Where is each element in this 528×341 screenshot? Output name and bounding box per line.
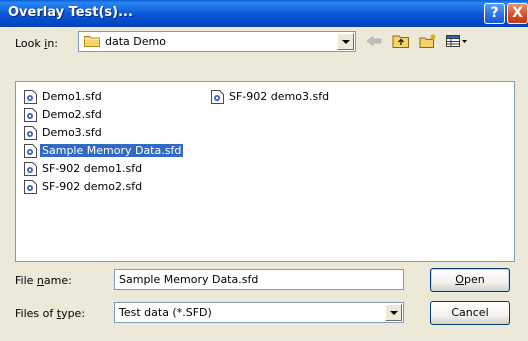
file-name-label: File name: [15, 274, 72, 287]
look-in-dropdown-button[interactable] [337, 33, 354, 50]
look-in-value: data Demo [105, 35, 166, 48]
document-icon [24, 162, 37, 176]
file-type-label: Files of type: [15, 307, 86, 320]
view-menu-icon[interactable] [445, 33, 469, 49]
look-in-combobox[interactable]: data Demo [78, 31, 356, 52]
list-item[interactable]: Demo3.sfd [22, 125, 102, 141]
look-in-label: Look in: [15, 37, 59, 50]
document-icon [24, 144, 37, 158]
file-type-dropdown-button[interactable] [385, 304, 402, 321]
cancel-button[interactable]: Cancel [430, 301, 510, 325]
list-item[interactable]: SF-902 demo2.sfd [22, 179, 142, 195]
document-icon [24, 108, 37, 122]
close-button[interactable]: X [507, 3, 528, 24]
file-type-value: Test data (*.SFD) [119, 306, 212, 319]
list-item[interactable]: SF-902 demo3.sfd [209, 89, 329, 105]
list-item[interactable]: SF-902 demo1.sfd [22, 161, 142, 177]
up-folder-icon[interactable] [391, 33, 411, 49]
file-list[interactable]: Demo1.sfd Demo2.sfd Demo3.sfd Sample Mem… [15, 81, 515, 262]
back-icon[interactable] [364, 33, 384, 49]
help-button[interactable]: ? [484, 3, 505, 24]
open-button[interactable]: Open [430, 268, 510, 292]
folder-icon [84, 36, 100, 47]
document-icon [24, 126, 37, 140]
file-name-input[interactable]: Sample Memory Data.sfd [114, 269, 404, 290]
file-type-combobox[interactable]: Test data (*.SFD) [114, 302, 404, 323]
list-item-selected[interactable]: Sample Memory Data.sfd [22, 143, 184, 159]
new-folder-icon[interactable] [418, 33, 438, 49]
list-item[interactable]: Demo1.sfd [22, 89, 102, 105]
document-icon [211, 90, 224, 104]
list-item[interactable]: Demo2.sfd [22, 107, 102, 123]
window-title: Overlay Test(s)... [8, 5, 133, 20]
document-icon [24, 180, 37, 194]
document-icon [24, 90, 37, 104]
